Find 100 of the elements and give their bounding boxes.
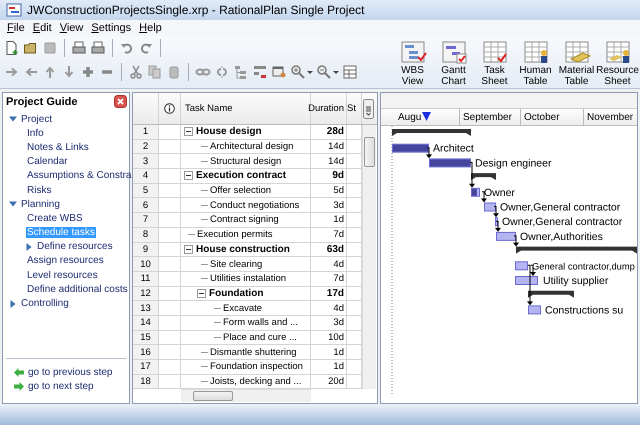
guide-item[interactable]: Level resources: [26, 270, 99, 281]
collapse-icon[interactable]: [184, 244, 193, 254]
table-person-icon: [522, 39, 550, 65]
task-name: Execution permits: [197, 229, 273, 240]
guide-item[interactable]: Define additional costs: [26, 284, 129, 295]
guide-item[interactable]: Risks: [26, 184, 52, 196]
duration-cell: 14d: [328, 156, 344, 167]
row-number: 6: [133, 198, 159, 214]
task-name: House construction: [196, 244, 290, 255]
scissors-icon[interactable]: [128, 64, 144, 80]
resource-label: Owner,General contractor: [502, 216, 622, 228]
column-menu-icon[interactable]: [363, 98, 374, 118]
guide-item[interactable]: Planning: [20, 198, 61, 210]
zoom-out-icon[interactable]: [316, 64, 332, 80]
close-icon[interactable]: [114, 95, 127, 108]
folder-icon[interactable]: [23, 40, 39, 56]
view-button[interactable]: Material Table: [556, 39, 597, 87]
task-name: Foundation: [209, 288, 264, 299]
guide-item[interactable]: Assumptions & Constra: [26, 170, 132, 182]
guide-item[interactable]: Info: [26, 128, 45, 139]
guide-item[interactable]: Project: [20, 114, 54, 125]
scrollbar-thumb[interactable]: [193, 391, 233, 402]
guide-item[interactable]: Define resources: [36, 241, 114, 252]
task-name: Offer selection: [210, 185, 272, 196]
task-name: Dismantle shuttering: [210, 346, 297, 358]
task-bar: [515, 261, 528, 270]
collapse-icon[interactable]: [184, 171, 193, 180]
row-number: 10: [133, 257, 159, 272]
menu-item[interactable]: File: [3, 22, 29, 34]
guide-item[interactable]: Controlling: [20, 298, 70, 310]
row-number: 17: [133, 360, 159, 375]
expanded-arrow-icon[interactable]: [9, 115, 17, 124]
duration-cell: 1d: [333, 361, 344, 372]
vertical-scrollbar[interactable]: [362, 125, 376, 390]
collapsed-arrow-icon[interactable]: [9, 300, 17, 308]
summary-bar: [528, 290, 574, 298]
task-bar: [496, 232, 516, 241]
scrollbar-thumb[interactable]: [364, 137, 375, 167]
row-number: 5: [133, 184, 159, 198]
printer-icon[interactable]: [90, 40, 106, 56]
guide-item[interactable]: Calendar: [26, 156, 69, 168]
caret-icon[interactable]: [333, 70, 339, 74]
new-document-icon[interactable]: [4, 40, 20, 56]
plus-icon[interactable]: [80, 64, 96, 80]
row-number: 16: [133, 345, 159, 360]
table-icon[interactable]: [342, 64, 358, 80]
row-number: 18: [133, 374, 159, 390]
table-person-icon: [604, 39, 632, 65]
column-header[interactable]: St: [347, 93, 362, 124]
task-name: Utilities instalation: [210, 273, 286, 284]
task-name: Architectural design: [210, 141, 294, 152]
caret-icon[interactable]: [307, 70, 313, 74]
guide-link[interactable]: go to previous step: [28, 366, 112, 378]
task-bar: [495, 217, 498, 226]
task-bar: [528, 305, 541, 314]
guide-item[interactable]: Notes & Links: [26, 142, 90, 153]
printer-icon[interactable]: [71, 40, 87, 56]
collapse-icon[interactable]: [184, 127, 193, 136]
view-button[interactable]: Task Sheet: [474, 39, 515, 87]
summary-bar: [471, 173, 496, 180]
duration-cell: 20d: [328, 376, 344, 388]
collapse-icon[interactable]: [197, 288, 206, 298]
copy-icon[interactable]: [147, 64, 163, 80]
month-label: September: [460, 109, 521, 125]
guide-item[interactable]: Assign resources: [26, 255, 105, 266]
view-button[interactable]: WBS View: [392, 39, 433, 87]
resource-label: Constructions su: [545, 304, 624, 316]
column-header[interactable]: Duration: [311, 93, 347, 124]
duration-cell: 9d: [332, 170, 344, 182]
calendar-person-icon[interactable]: [271, 64, 287, 80]
broken-link-icon[interactable]: [214, 64, 230, 80]
row-number: 13: [133, 301, 159, 316]
zoom-in-icon[interactable]: [290, 64, 306, 80]
menu-item[interactable]: Edit: [28, 22, 56, 34]
horizontal-scrollbar[interactable]: [181, 389, 311, 402]
menu-item[interactable]: View: [56, 22, 88, 34]
resource-label: Owner: [484, 186, 515, 199]
row-number: 2: [133, 140, 159, 154]
menu-item[interactable]: Help: [135, 22, 166, 34]
row-number: 4: [133, 169, 159, 184]
view-button[interactable]: Resource Sheet: [597, 39, 638, 87]
collapsed-arrow-icon[interactable]: [25, 242, 33, 251]
duration-cell: 7d: [333, 229, 344, 240]
expanded-arrow-icon[interactable]: [9, 200, 17, 208]
row-number: 9: [133, 242, 159, 258]
hierarchy-icon[interactable]: [233, 64, 249, 80]
task-name: Structural design: [210, 156, 282, 167]
duration-cell: 5d: [333, 185, 344, 196]
diagram-icon[interactable]: [252, 64, 268, 80]
menu-item[interactable]: Settings: [87, 22, 136, 34]
view-button[interactable]: Gantt Chart: [433, 39, 474, 87]
chart-icon: [440, 39, 468, 65]
marker-icon: [422, 112, 431, 121]
duration-cell: 10d: [328, 332, 344, 343]
guide-item[interactable]: Create WBS: [26, 212, 84, 224]
task-name: House design: [196, 126, 262, 138]
row-number: 1: [133, 125, 159, 140]
task-bar: [515, 276, 538, 285]
guide-link[interactable]: go to next step: [28, 380, 94, 392]
view-button[interactable]: Human Table: [515, 39, 556, 87]
